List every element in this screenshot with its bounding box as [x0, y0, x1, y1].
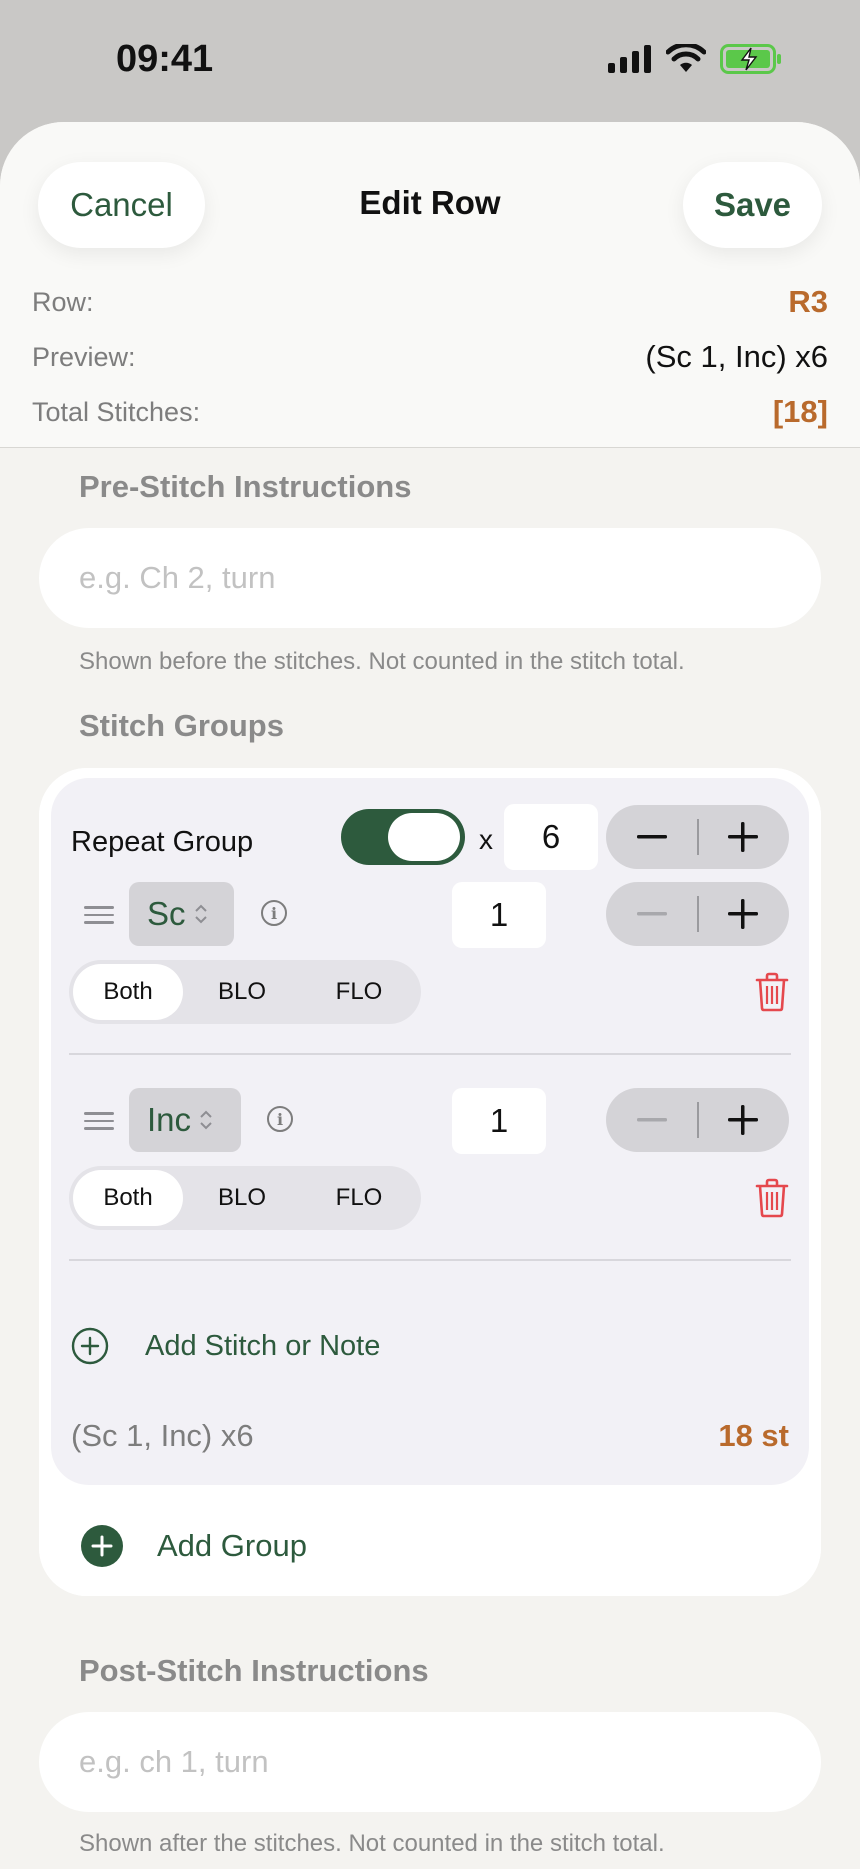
post-stitch-help: Shown after the stitches. Not counted in…	[79, 1830, 665, 1857]
battery-charging-icon	[720, 44, 781, 74]
repeat-count-field[interactable]: 6	[504, 804, 598, 870]
stitch-count-stepper	[606, 1088, 789, 1152]
plus-circle-filled-icon	[81, 1525, 123, 1567]
minus-icon	[636, 912, 667, 916]
loop-segmented-control: Both BLO FLO	[69, 1166, 421, 1230]
chevron-updown-icon	[200, 1110, 212, 1130]
decrement-button-disabled[interactable]	[606, 1088, 698, 1152]
group-summary: (Sc 1, Inc) x6	[71, 1418, 254, 1453]
repeat-x-label: x	[479, 824, 493, 855]
total-info: Total Stitches: [18]	[32, 392, 828, 432]
repeat-count-stepper	[606, 805, 789, 869]
loop-option-both[interactable]: Both	[73, 964, 183, 1020]
loop-option-blo[interactable]: BLO	[183, 964, 301, 1020]
cellular-signal-icon	[608, 45, 651, 73]
add-group-label: Add Group	[157, 1528, 307, 1563]
increment-button[interactable]	[698, 805, 790, 869]
status-bar: 09:41	[0, 0, 860, 122]
total-value: [18]	[772, 394, 828, 429]
minus-icon	[636, 835, 667, 839]
post-stitch-input[interactable]	[39, 1712, 821, 1812]
status-icons	[608, 44, 782, 74]
loop-option-flo[interactable]: FLO	[301, 1170, 417, 1226]
chevron-updown-icon	[194, 904, 207, 924]
sheet-header: Cancel Edit Row Save Row: R3 Preview: (S…	[0, 122, 860, 448]
pre-stitch-input[interactable]	[39, 528, 821, 628]
plus-icon	[728, 822, 759, 852]
add-stitch-label: Add Stitch or Note	[145, 1329, 381, 1362]
total-label: Total Stitches:	[32, 396, 201, 427]
stitch-type-picker[interactable]: Sc	[129, 882, 234, 946]
repeat-group-label: Repeat Group	[71, 826, 254, 858]
plus-icon	[728, 1105, 759, 1135]
decrement-button-disabled[interactable]	[606, 882, 698, 946]
stitch-type-label: Sc	[147, 895, 186, 932]
stitch-type-picker[interactable]: Inc	[129, 1088, 241, 1152]
loop-option-both[interactable]: Both	[73, 1170, 183, 1226]
add-group-button[interactable]: Add Group	[81, 1525, 307, 1567]
trash-icon[interactable]	[755, 972, 789, 1012]
plus-circle-icon	[71, 1327, 109, 1365]
increment-button[interactable]	[698, 882, 790, 946]
add-stitch-button[interactable]: Add Stitch or Note	[71, 1327, 380, 1365]
loop-option-flo[interactable]: FLO	[301, 964, 417, 1020]
save-button[interactable]: Save	[683, 162, 822, 248]
stitch-count-stepper	[606, 882, 789, 946]
repeat-toggle[interactable]	[341, 809, 465, 865]
pre-stitch-title: Pre-Stitch Instructions	[79, 469, 412, 504]
pre-stitch-help: Shown before the stitches. Not counted i…	[79, 648, 685, 675]
stitch-type-label: Inc	[147, 1101, 192, 1138]
toggle-knob	[388, 813, 460, 861]
minus-icon	[636, 1118, 667, 1122]
wifi-icon	[666, 44, 706, 72]
info-icon[interactable]: i	[261, 900, 287, 926]
drag-handle-icon[interactable]	[84, 1112, 114, 1132]
post-stitch-title: Post-Stitch Instructions	[79, 1653, 429, 1688]
preview-value: (Sc 1, Inc) x6	[645, 339, 828, 374]
trash-icon[interactable]	[755, 1178, 789, 1218]
plus-icon	[728, 899, 759, 929]
row-info: Row: R3	[32, 282, 828, 322]
stitch-count-field[interactable]: 1	[452, 1088, 546, 1154]
repeat-group: Repeat Group x 6 Sc i 1 Both BLO FLO Inc…	[51, 778, 809, 1485]
drag-handle-icon[interactable]	[84, 906, 114, 926]
increment-button[interactable]	[698, 1088, 790, 1152]
preview-info: Preview: (Sc 1, Inc) x6	[32, 337, 828, 377]
row-label: Row:	[32, 286, 94, 317]
loop-option-blo[interactable]: BLO	[183, 1170, 301, 1226]
stitch-groups-title: Stitch Groups	[79, 708, 284, 743]
status-time: 09:41	[116, 38, 214, 80]
group-stitch-count: 18 st	[718, 1418, 789, 1453]
row-value: R3	[788, 284, 828, 319]
stitch-count-field[interactable]: 1	[452, 882, 546, 948]
stitch-groups-container: Repeat Group x 6 Sc i 1 Both BLO FLO Inc…	[39, 768, 821, 1596]
preview-label: Preview:	[32, 341, 136, 372]
info-icon[interactable]: i	[267, 1106, 293, 1132]
decrement-button[interactable]	[606, 805, 698, 869]
loop-segmented-control: Both BLO FLO	[69, 960, 421, 1024]
